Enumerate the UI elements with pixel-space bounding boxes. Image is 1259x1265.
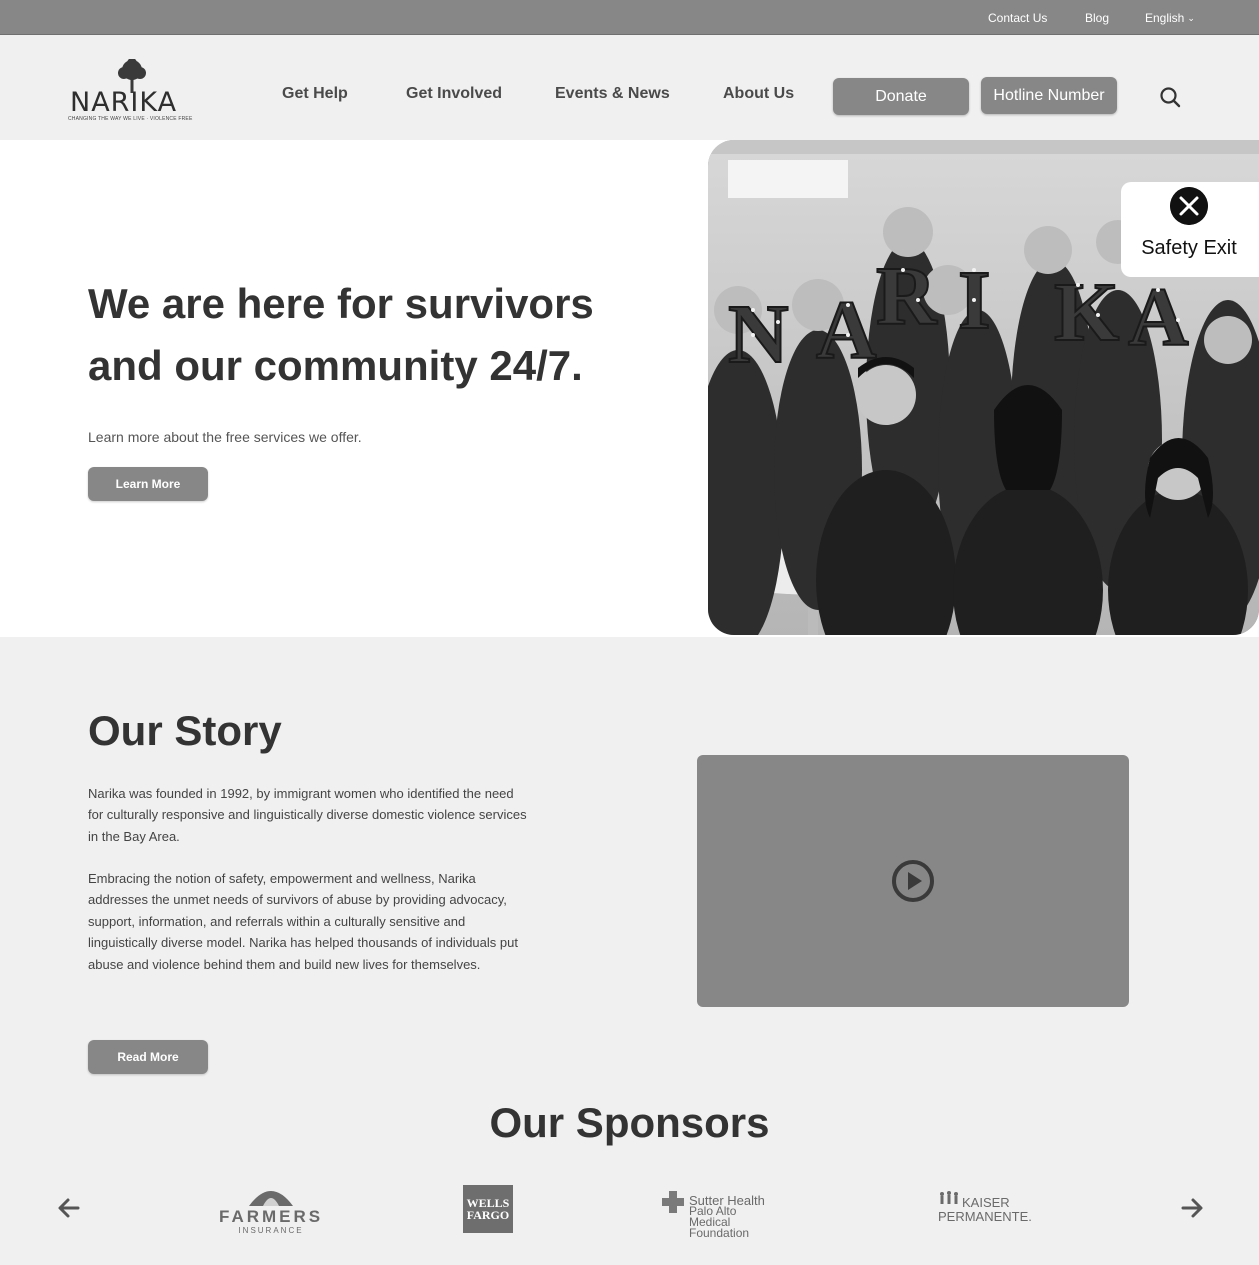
sutter-health-icon xyxy=(662,1191,684,1213)
sponsor-wells-fargo-logo[interactable]: WELLS FARGO xyxy=(463,1185,513,1233)
safety-exit-button[interactable]: Safety Exit xyxy=(1121,182,1259,277)
video-player[interactable] xyxy=(697,755,1129,1007)
kaiser-line-1: KAISER xyxy=(962,1195,1010,1210)
hotline-number-button[interactable]: Hotline Number xyxy=(981,77,1117,114)
our-sponsors-title: Our Sponsors xyxy=(489,1099,770,1146)
nav-get-help[interactable]: Get Help xyxy=(282,85,348,103)
narika-logo[interactable]: NARIKA CHANGING THE WAY WE LIVE · VIOLEN… xyxy=(66,59,192,125)
utility-bar: Contact Us Blog English ⌄ xyxy=(0,0,1259,35)
kaiser-people-icon xyxy=(940,1191,958,1204)
chevron-down-icon: ⌄ xyxy=(1187,13,1195,23)
photo-letter-k: K xyxy=(1054,266,1119,359)
hero-title-line-1: We are here for survivors xyxy=(88,280,594,327)
play-icon[interactable] xyxy=(891,859,935,903)
photo-letter-a: A xyxy=(816,284,877,377)
photo-letter-a2: A xyxy=(1128,271,1189,364)
logo-wordmark: NARIKA xyxy=(70,87,178,118)
nav-get-involved[interactable]: Get Involved xyxy=(406,85,502,103)
search-icon[interactable] xyxy=(1159,86,1181,108)
sponsor-sutter-health-logo[interactable]: Sutter Health Palo Alto Medical Foundati… xyxy=(660,1189,780,1239)
arrow-right-icon[interactable] xyxy=(1180,1196,1204,1220)
close-icon xyxy=(1170,187,1208,225)
contact-us-link[interactable]: Contact Us xyxy=(988,11,1047,25)
arrow-left-icon[interactable] xyxy=(57,1196,81,1220)
nav-events-news[interactable]: Events & News xyxy=(555,85,670,103)
hero-title-line-2: and our community 24/7. xyxy=(88,342,583,389)
story-paragraph-1: Narika was founded in 1992, by immigrant… xyxy=(88,786,527,844)
read-more-button[interactable]: Read More xyxy=(88,1040,208,1074)
farmers-shield-icon xyxy=(249,1191,293,1206)
language-selector[interactable]: English ⌄ xyxy=(1145,11,1195,25)
hero-title: We are here for survivors and our commun… xyxy=(88,273,648,397)
safety-exit-label: Safety Exit xyxy=(1141,237,1237,259)
nav-about-us[interactable]: About Us xyxy=(723,85,794,103)
donate-button[interactable]: Donate xyxy=(833,78,969,115)
sutter-line-3: Foundation xyxy=(689,1226,750,1240)
farmers-wordmark: FARMERS xyxy=(219,1207,324,1226)
sutter-line-2-3: Palo Alto Medical Foundation xyxy=(689,1205,780,1240)
story-paragraph-2: Embracing the notion of safety, empowerm… xyxy=(88,871,518,972)
learn-more-button[interactable]: Learn More xyxy=(88,467,208,501)
hero-subtitle: Learn more about the free services we of… xyxy=(88,429,362,445)
logo-tagline: CHANGING THE WAY WE LIVE · VIOLENCE FREE xyxy=(68,116,193,122)
photo-letter-r: R xyxy=(876,250,938,343)
farmers-subtext: INSURANCE xyxy=(238,1226,304,1235)
hero-section: We are here for survivors and our commun… xyxy=(0,140,1259,637)
our-story-title: Our Story xyxy=(88,707,282,754)
wells-fargo-line-2: FARGO xyxy=(466,1208,510,1222)
sponsor-farmers-logo[interactable]: FARMERS INSURANCE xyxy=(219,1182,323,1238)
language-label: English xyxy=(1145,11,1185,25)
our-story-section: Our Story Narika was founded in 1992, by… xyxy=(0,637,1259,1265)
photo-letter-n: N xyxy=(728,288,789,381)
kaiser-line-2: PERMANENTE. xyxy=(938,1209,1032,1224)
sponsor-kaiser-permanente-logo[interactable]: KAISER PERMANENTE. xyxy=(937,1190,1037,1226)
blog-link[interactable]: Blog xyxy=(1085,11,1109,25)
